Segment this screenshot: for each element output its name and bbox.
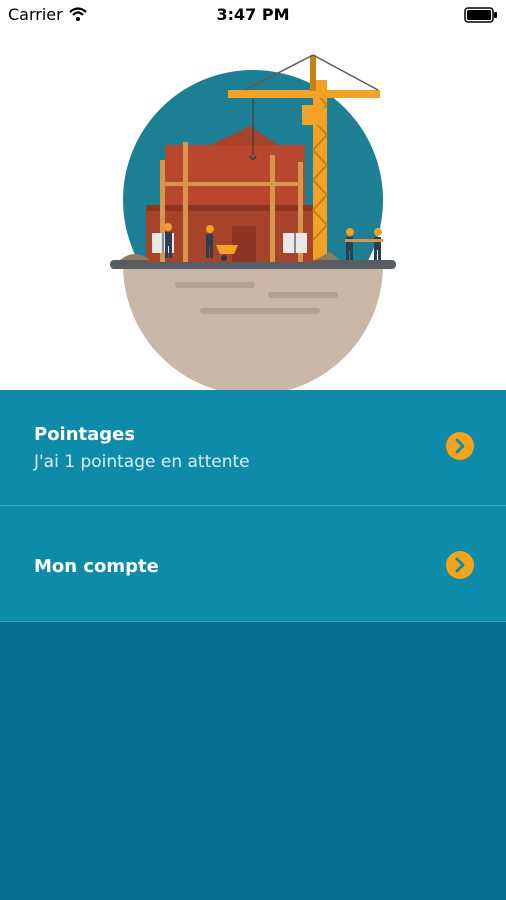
- menu-item-subtitle: J'ai 1 pointage en attente: [34, 452, 250, 472]
- menu-item-mon-compte[interactable]: Mon compte: [0, 506, 506, 621]
- menu-item-pointages[interactable]: Pointages J'ai 1 pointage en attente: [0, 390, 506, 505]
- chevron-right-icon[interactable]: [446, 551, 474, 579]
- battery-icon: [464, 7, 498, 23]
- chevron-right-icon[interactable]: [446, 432, 474, 460]
- hero-illustration: [0, 30, 506, 390]
- menu-item-title: Mon compte: [34, 556, 159, 577]
- status-time: 3:47 PM: [216, 5, 290, 24]
- menu-item-title: Pointages: [34, 424, 136, 445]
- menu-panel: Pointages J'ai 1 pointage en attente Mon…: [0, 390, 506, 900]
- status-bar: Carrier 3:47 PM: [0, 0, 506, 30]
- construction-site-illustration: [110, 54, 396, 390]
- divider: [0, 621, 506, 622]
